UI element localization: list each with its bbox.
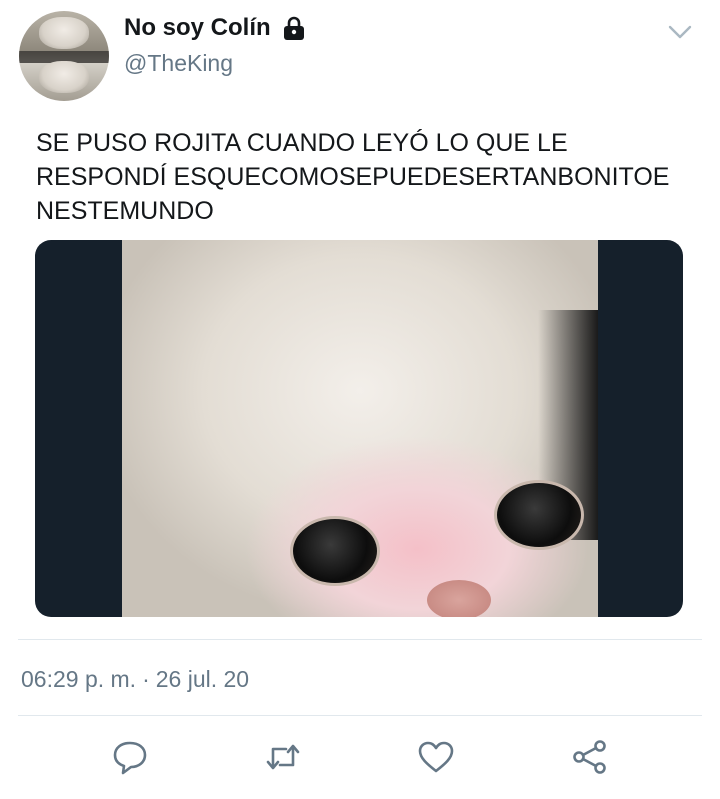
heart-icon [418,741,454,773]
retweet-icon [266,744,300,770]
tweet-date: 26 jul. 20 [155,666,250,692]
avatar-cat-image-top [39,17,89,49]
share-icon [573,740,606,774]
crying-white-cat-photo [122,240,598,617]
tweet-timestamp: 06:29 p. m. · 26 jul. 20 [21,666,249,693]
timestamp-separator: · [142,666,150,692]
reply-icon [113,741,147,775]
like-button[interactable] [416,737,456,777]
author-name-row: No soy Colín [124,14,307,42]
divider [18,715,702,716]
retweet-button[interactable] [263,737,303,777]
author-handle[interactable]: @TheKing [124,50,233,77]
reply-button[interactable] [110,737,150,777]
avatar-cat-image-bottom [39,61,89,93]
tweet-text: SE PUSO ROJITA CUANDO LEYÓ LO QUE LE RES… [36,129,670,225]
divider [18,639,702,640]
avatar[interactable] [19,11,109,101]
tweet-time: 06:29 p. m. [21,666,137,692]
lock-icon [281,15,307,41]
author-display-name[interactable]: No soy Colín [124,14,271,42]
share-button[interactable] [570,737,610,777]
tweet-media[interactable] [35,240,683,617]
chevron-down-icon[interactable] [666,22,694,42]
